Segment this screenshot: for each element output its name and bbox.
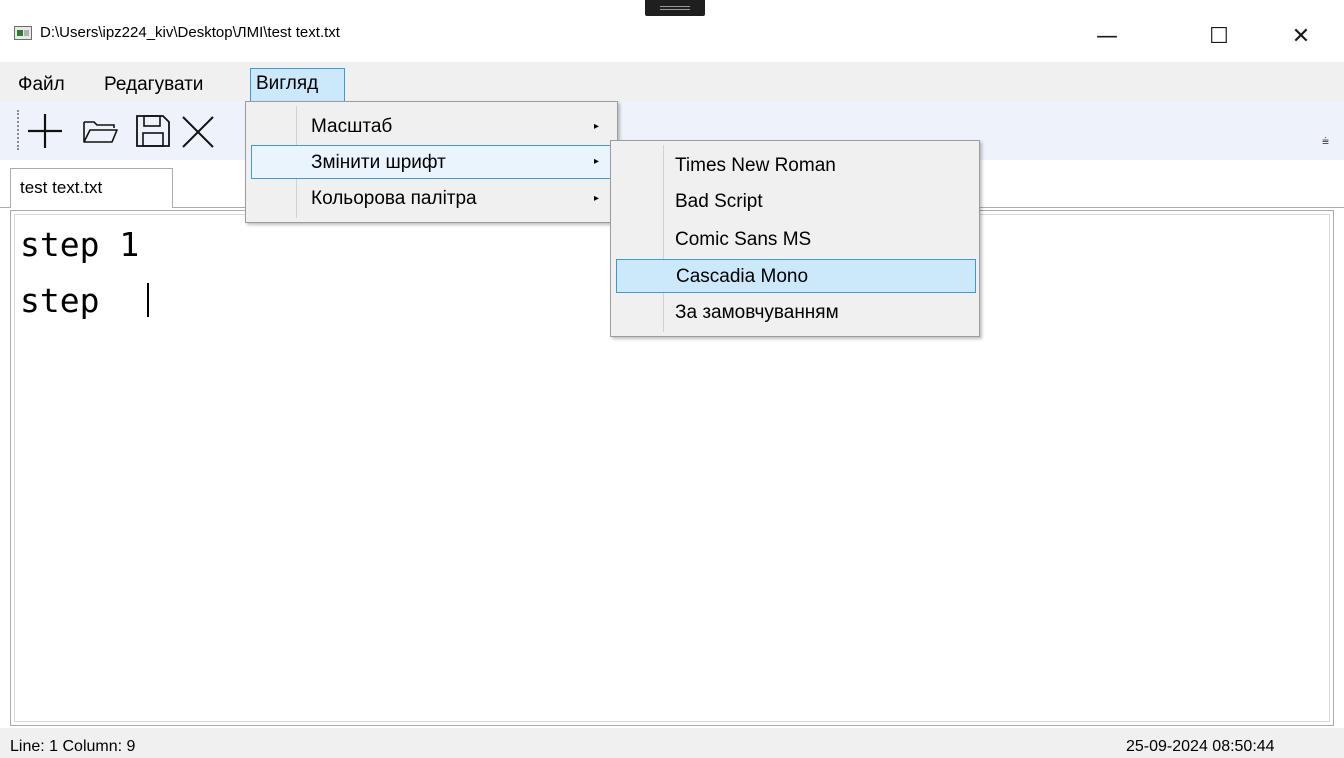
- menu-item-scale[interactable]: Масштаб ▸: [248, 110, 615, 144]
- menu-item-label: Масштаб: [311, 116, 393, 137]
- menu-item-change-font[interactable]: Змінити шрифт ▸: [251, 145, 614, 179]
- app-icon: [14, 26, 32, 40]
- maximize-button[interactable]: ☐: [1194, 14, 1244, 58]
- menu-file[interactable]: Файл: [14, 71, 69, 101]
- close-icon: ✕: [1291, 23, 1311, 49]
- new-icon[interactable]: [25, 108, 65, 152]
- menu-bar: Файл Редагувати Вигляд: [0, 62, 1344, 102]
- editor-line: step: [20, 281, 120, 320]
- font-option-times-new-roman[interactable]: Times New Roman: [613, 149, 977, 183]
- menu-item-label: Змінити шрифт: [311, 152, 446, 173]
- cursor-position: Line: 1 Column: 9: [10, 738, 136, 755]
- toolbar-grip[interactable]: [17, 110, 19, 150]
- menu-item-label: Кольорова палітра: [311, 188, 477, 209]
- window-title: D:\Users\ipz224_kiv\Desktop\ЛМІ\test tex…: [40, 24, 340, 41]
- tab-divider: [0, 207, 10, 208]
- font-option-comic-sans[interactable]: Comic Sans MS: [613, 223, 977, 257]
- status-bar: Line: 1 Column: 9 25-09-2024 08:50:44: [0, 728, 1344, 758]
- open-folder-icon[interactable]: [80, 108, 120, 152]
- close-window-button[interactable]: ✕: [1276, 14, 1326, 58]
- minimize-icon: —: [1096, 23, 1118, 49]
- font-option-cascadia-mono[interactable]: Cascadia Mono: [616, 259, 976, 293]
- close-file-icon[interactable]: [178, 108, 218, 152]
- status-datetime: 25-09-2024 08:50:44: [1126, 738, 1275, 755]
- menu-item-color-palette[interactable]: Кольорова палітра ▸: [248, 182, 615, 216]
- title-bar: D:\Users\ipz224_kiv\Desktop\ЛМІ\test tex…: [0, 0, 1344, 62]
- text-caret: [147, 283, 149, 317]
- submenu-arrow-icon: ▸: [594, 156, 600, 167]
- view-menu-dropdown: Масштаб ▸ Змінити шрифт ▸ Кольорова палі…: [245, 101, 618, 223]
- menu-view[interactable]: Вигляд: [250, 68, 345, 102]
- editor-line: step 1: [20, 225, 140, 264]
- menu-edit[interactable]: Редагувати: [100, 71, 207, 101]
- toolbar-overflow-icon[interactable]: ⩧: [1322, 134, 1329, 149]
- font-option-default[interactable]: За замовчуванням: [613, 296, 977, 330]
- submenu-arrow-icon: ▸: [594, 121, 600, 132]
- drag-handle[interactable]: [645, 0, 705, 16]
- font-submenu: Times New Roman Bad Script Comic Sans MS…: [610, 140, 980, 337]
- minimize-button[interactable]: —: [1082, 14, 1132, 58]
- save-icon[interactable]: [133, 108, 173, 152]
- tab-test-text[interactable]: test text.txt: [10, 168, 173, 208]
- submenu-arrow-icon: ▸: [594, 193, 600, 204]
- font-option-bad-script[interactable]: Bad Script: [613, 185, 977, 219]
- maximize-icon: ☐: [1209, 23, 1229, 49]
